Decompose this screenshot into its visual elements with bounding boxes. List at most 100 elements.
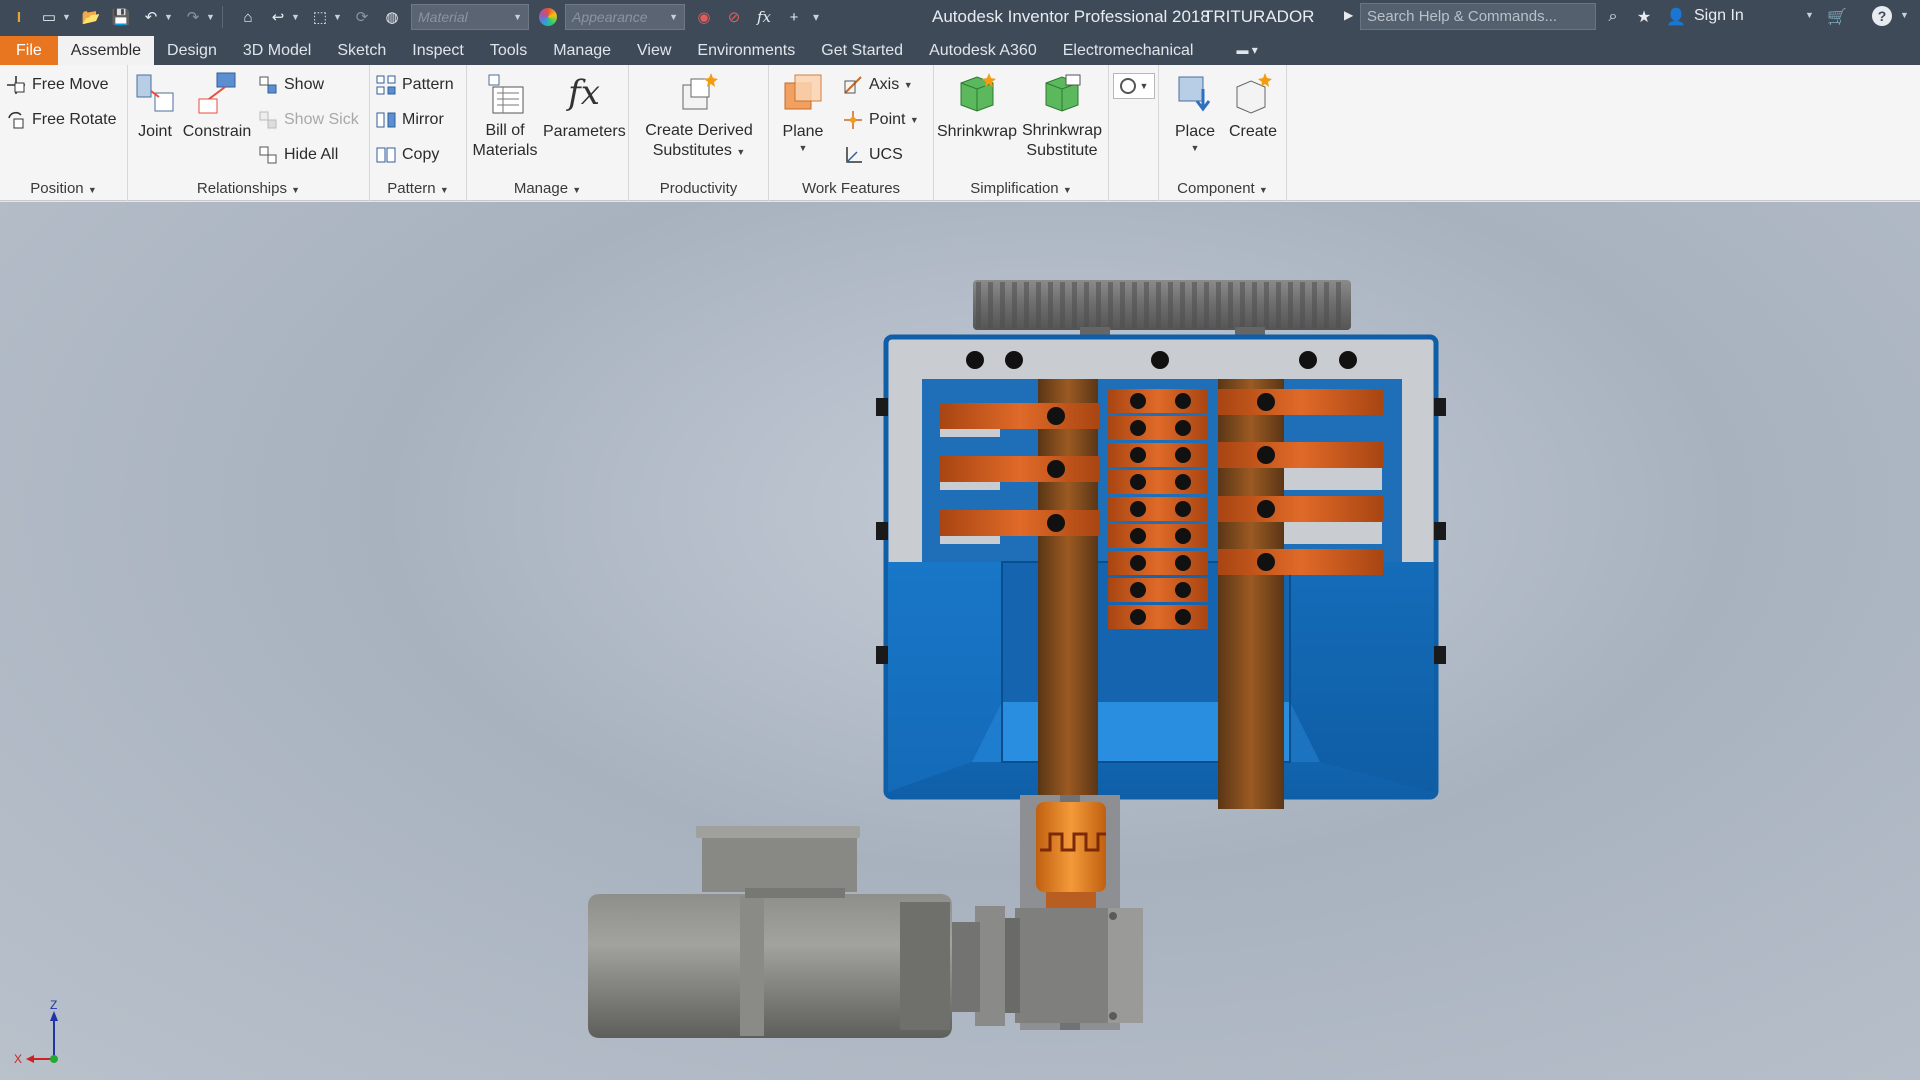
- top-gear[interactable]: [973, 280, 1351, 337]
- material-combo[interactable]: Material ▼: [411, 4, 529, 30]
- create-component-button[interactable]: Create: [1223, 65, 1283, 143]
- panel-title-component[interactable]: Component ▼: [1159, 180, 1286, 197]
- free-rotate-label: Free Rotate: [32, 111, 117, 128]
- new-file-icon[interactable]: ▭: [38, 6, 60, 28]
- ribbon-display-toggle-icon[interactable]: ▬ ▾: [1236, 43, 1270, 59]
- gear-tooth: [1252, 282, 1257, 328]
- shrinkwrap-substitute-label-line2: Substitute: [1026, 142, 1098, 159]
- place-dropdown-icon[interactable]: ▼: [1167, 143, 1223, 153]
- tab-assemble[interactable]: Assemble: [57, 36, 155, 65]
- ucs-button[interactable]: UCS: [843, 145, 903, 165]
- create-derived-substitutes-button[interactable]: Create Derived Substitutes ▼: [633, 65, 765, 162]
- new-dropdown-icon[interactable]: ▼: [62, 12, 72, 22]
- copy-button[interactable]: Copy: [376, 145, 439, 165]
- adjust-appearance-icon[interactable]: ◉: [693, 6, 715, 28]
- gear-tooth: [1300, 282, 1305, 328]
- search-input[interactable]: Search Help & Commands...: [1360, 3, 1596, 30]
- favorites-star-icon[interactable]: ★: [1633, 6, 1655, 28]
- place-button[interactable]: Place ▼: [1167, 65, 1223, 153]
- shrinkwrap-button[interactable]: Shrinkwrap: [936, 65, 1018, 143]
- panel-title-manage[interactable]: Manage ▼: [467, 180, 628, 197]
- redo-icon[interactable]: ↷: [182, 6, 204, 28]
- gear-tooth: [1216, 282, 1221, 328]
- tab-inspect[interactable]: Inspect: [399, 36, 477, 65]
- help-icon[interactable]: ?: [1872, 6, 1892, 26]
- measure-plus-icon[interactable]: +: [783, 6, 805, 28]
- tab-tools[interactable]: Tools: [477, 36, 540, 65]
- blade-disc: [1218, 549, 1383, 575]
- panel-title-position[interactable]: Position ▼: [0, 180, 127, 197]
- panel-title-position-text: Position: [30, 180, 84, 197]
- panel-title-simplification[interactable]: Simplification ▼: [934, 180, 1108, 197]
- blade-hole: [1257, 553, 1275, 571]
- globe-icon[interactable]: ◍: [381, 6, 403, 28]
- cart-icon[interactable]: 🛒: [1826, 6, 1848, 28]
- free-rotate-button[interactable]: Free Rotate: [6, 110, 116, 130]
- point-button[interactable]: Point ▼: [843, 110, 919, 130]
- housing-bolt: [1151, 351, 1169, 369]
- hide-all-button[interactable]: Hide All: [258, 145, 338, 165]
- tab-manage[interactable]: Manage: [540, 36, 624, 65]
- shrinkwrap-substitute-button[interactable]: Shrinkwrap Substitute: [1020, 65, 1104, 161]
- constrain-button[interactable]: Constrain: [182, 65, 252, 143]
- graphics-viewport[interactable]: Z X: [0, 202, 1920, 1080]
- tab-environments[interactable]: Environments: [684, 36, 808, 65]
- open-file-icon[interactable]: 📂: [80, 6, 102, 28]
- undo-dropdown-icon[interactable]: ▼: [164, 12, 174, 22]
- parameters-button[interactable]: fx Parameters: [543, 65, 626, 143]
- undo-icon[interactable]: ↶: [140, 6, 162, 28]
- inventor-logo-icon[interactable]: I: [8, 6, 30, 28]
- panel-title-relationships[interactable]: Relationships ▼: [128, 180, 369, 197]
- show-sick-button[interactable]: Show Sick: [258, 110, 359, 130]
- bill-of-materials-button[interactable]: Bill of Materials: [469, 65, 541, 161]
- qat-customize-icon[interactable]: ▾: [813, 10, 823, 24]
- tab-file[interactable]: File: [0, 36, 58, 65]
- gear-tooth: [1228, 282, 1233, 328]
- sign-in-link[interactable]: Sign In: [1694, 7, 1744, 25]
- tab-get-started[interactable]: Get Started: [808, 36, 916, 65]
- return-icon[interactable]: ↩: [267, 6, 289, 28]
- electric-motor[interactable]: [588, 826, 952, 1038]
- save-icon[interactable]: 💾: [110, 6, 132, 28]
- tab-electromechanical[interactable]: Electromechanical: [1050, 36, 1207, 65]
- selection-filter-dropdown[interactable]: ▼: [1113, 73, 1155, 99]
- redo-dropdown-icon[interactable]: ▼: [206, 12, 216, 22]
- pattern-button[interactable]: Pattern: [376, 75, 454, 95]
- mirror-button[interactable]: Mirror: [376, 110, 444, 130]
- gear-tooth: [1180, 282, 1185, 328]
- plane-dropdown-icon[interactable]: ▼: [775, 143, 831, 153]
- appearance-combo[interactable]: Appearance ▼: [565, 4, 685, 30]
- blade-hole: [1175, 528, 1191, 544]
- tab-view[interactable]: View: [624, 36, 684, 65]
- help-dropdown-icon[interactable]: ▼: [1900, 10, 1909, 20]
- select-filter-icon[interactable]: ⬚: [309, 6, 331, 28]
- home-icon[interactable]: ⌂: [237, 6, 259, 28]
- appearance-sphere-icon[interactable]: [539, 8, 557, 26]
- user-icon[interactable]: 👤: [1665, 6, 1687, 28]
- panel-title-productivity: Productivity: [659, 180, 738, 197]
- create-component-label: Create: [1228, 123, 1278, 140]
- free-move-button[interactable]: Free Move: [6, 75, 108, 95]
- blade-hole: [1175, 393, 1191, 409]
- return-dropdown-icon[interactable]: ▼: [291, 12, 301, 22]
- plane-button[interactable]: Plane ▼: [775, 65, 831, 153]
- tab-3d-model[interactable]: 3D Model: [230, 36, 324, 65]
- assembly-model[interactable]: [0, 202, 1920, 1080]
- search-binoculars-icon[interactable]: ⌕: [1602, 6, 1624, 28]
- axis-button[interactable]: Axis ▼: [843, 75, 913, 95]
- tab-sketch[interactable]: Sketch: [324, 36, 399, 65]
- clear-appearance-icon[interactable]: ⊘: [723, 6, 745, 28]
- expand-search-icon[interactable]: ▶: [1344, 8, 1353, 22]
- update-icon[interactable]: ⟳: [351, 6, 373, 28]
- select-dropdown-icon[interactable]: ▼: [333, 12, 343, 22]
- tab-autodesk-a360[interactable]: Autodesk A360: [916, 36, 1050, 65]
- sign-in-dropdown-icon[interactable]: ▼: [1805, 10, 1814, 20]
- parameters-fx-icon[interactable]: fx: [753, 6, 775, 28]
- show-button[interactable]: Show: [258, 75, 324, 95]
- panel-title-pattern[interactable]: Pattern ▼: [370, 180, 466, 197]
- tab-design[interactable]: Design: [154, 36, 230, 65]
- panel-work-features: Plane ▼ Axis ▼ Point ▼ UCS Work Features: [769, 65, 934, 201]
- joint-button[interactable]: Joint: [132, 65, 178, 143]
- gearbox[interactable]: [950, 906, 1143, 1026]
- ribbon-panel: Free Move Free Rotate Position ▼ Joint C…: [0, 65, 1920, 201]
